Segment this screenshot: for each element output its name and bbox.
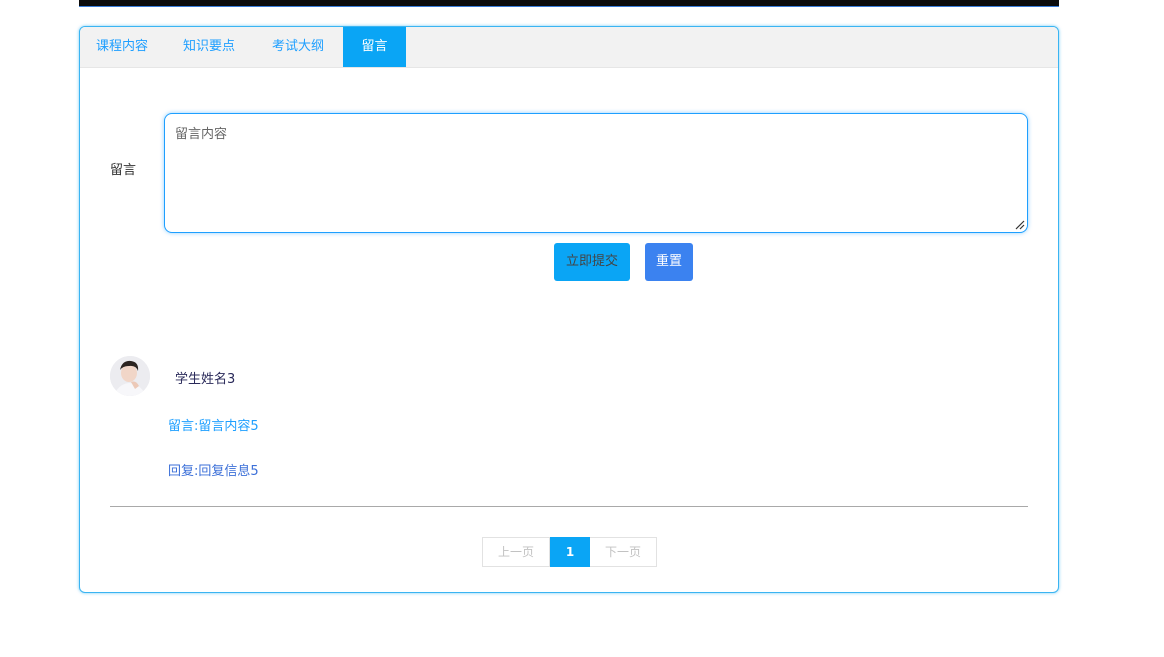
tab-exam-outline[interactable]: 考试大纲 xyxy=(255,27,341,67)
top-bar xyxy=(79,0,1059,7)
student-name: 学生姓名3 xyxy=(175,372,236,387)
tab-knowledge-points[interactable]: 知识要点 xyxy=(166,27,252,67)
message-field-label: 留言 xyxy=(110,163,137,178)
tab-course-content[interactable]: 课程内容 xyxy=(80,27,164,67)
top-bar-edge xyxy=(79,6,1059,7)
prev-page-button[interactable]: 上一页 xyxy=(482,537,550,567)
next-page-button[interactable]: 下一页 xyxy=(590,537,657,567)
message-textarea[interactable] xyxy=(164,113,1028,233)
tab-bar: 课程内容 知识要点 考试大纲 留言 xyxy=(80,27,1058,68)
reset-button[interactable]: 重置 xyxy=(645,243,693,281)
tab-message[interactable]: 留言 xyxy=(343,27,406,67)
message-panel: 课程内容 知识要点 考试大纲 留言 留言 立即提交 重置 学生姓名3 留言:留言… xyxy=(79,26,1059,593)
resize-grip-icon[interactable] xyxy=(1015,220,1025,230)
pagination: 上一页 1 下一页 xyxy=(482,537,657,567)
comment-reply: 回复:回复信息5 xyxy=(168,464,259,479)
current-page-button[interactable]: 1 xyxy=(550,537,590,567)
avatar-portrait-icon xyxy=(110,356,150,396)
comment-message: 留言:留言内容5 xyxy=(168,419,259,434)
submit-button[interactable]: 立即提交 xyxy=(554,243,630,281)
student-avatar xyxy=(110,356,150,396)
comment-divider xyxy=(110,506,1028,507)
